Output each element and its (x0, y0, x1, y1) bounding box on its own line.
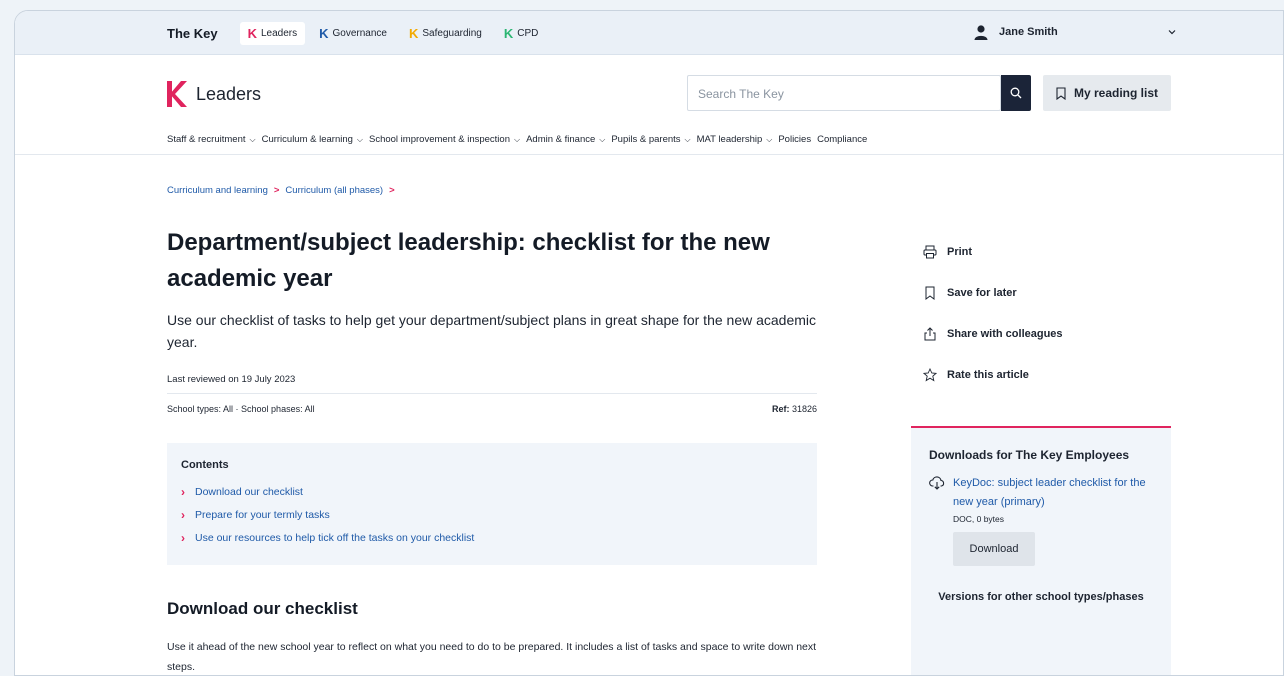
bookmark-icon (925, 286, 935, 300)
share-icon (924, 326, 936, 340)
download-button[interactable]: Download (953, 532, 1035, 566)
nav-policies[interactable]: Policies (778, 134, 811, 145)
divider (167, 393, 817, 394)
k-logo-icon: K (408, 25, 419, 41)
page-title: Department/subject leadership: checklist… (167, 229, 770, 292)
search-icon (1010, 87, 1022, 99)
chevron-right-icon: › (181, 508, 185, 522)
the-key-brand[interactable]: The Key (167, 26, 218, 41)
reading-list-button[interactable]: My reading list (1043, 75, 1171, 111)
breadcrumb: Curriculum and learning > Curriculum (al… (167, 185, 401, 196)
contents-link[interactable]: › Download our checklist (181, 485, 803, 499)
chevron-right-icon: › (181, 485, 185, 499)
product-tab-safeguarding[interactable]: K Safeguarding (401, 22, 490, 45)
download-link[interactable]: KeyDoc: subject leader checklist for the… (953, 474, 1153, 512)
chevron-down-icon: ⌵ (356, 134, 363, 144)
search-input[interactable]: Search The Key (687, 75, 1001, 111)
product-tab-governance[interactable]: K Governance (311, 22, 395, 45)
chevron-down-icon: ⌵ (249, 134, 256, 144)
article-actions: Print Save for later Share with colleagu… (923, 231, 1063, 395)
contents-link[interactable]: › Prepare for your termly tasks (181, 508, 803, 522)
article-meta: School types: All · School phases: All R… (167, 404, 817, 414)
contents-title: Contents (181, 459, 229, 471)
share-button[interactable]: Share with colleagues (923, 313, 1063, 354)
print-button[interactable]: Print (923, 231, 1063, 272)
downloads-title: Downloads for The Key Employees (929, 448, 1130, 462)
user-name: Jane Smith (999, 26, 1058, 38)
other-versions-link[interactable]: Versions for other school types/phases (929, 588, 1153, 606)
file-meta: DOC, 0 bytes (953, 514, 1005, 524)
k-logo-icon: K (503, 25, 514, 41)
browser-frame: The Key K Leaders K Governance K Safegua… (14, 10, 1284, 676)
section-text: Use it ahead of the new school year to r… (167, 641, 817, 673)
nav-compliance[interactable]: Compliance (817, 134, 867, 145)
rate-article-button[interactable]: Rate this article (923, 354, 1063, 395)
user-menu[interactable]: Jane Smith (973, 24, 1058, 40)
nav-admin-finance[interactable]: Admin & finance ⌵ (526, 134, 605, 145)
user-avatar-icon (974, 25, 988, 40)
product-tab-leaders[interactable]: K Leaders (239, 21, 306, 45)
k-logo-icon: K (319, 25, 329, 41)
main-navigation: Staff & recruitment ⌵ Curriculum & learni… (167, 134, 873, 145)
search-button[interactable] (1001, 75, 1031, 111)
star-icon (923, 367, 937, 381)
site-header: Leaders Search The Key My reading list S… (15, 55, 1283, 155)
contents-box: Contents › Download our checklist › Prepar… (167, 443, 817, 565)
breadcrumb-link[interactable]: Curriculum and learning (167, 185, 268, 196)
nav-mat-leadership[interactable]: MAT leadership ⌵ (697, 134, 773, 145)
save-for-later-button[interactable]: Save for later (923, 272, 1063, 313)
leaders-logo[interactable]: Leaders (167, 81, 261, 107)
k-logo-icon (167, 81, 187, 107)
nav-school-improvement[interactable]: School improvement & inspection ⌵ (369, 134, 520, 145)
product-switcher-bar: The Key K Leaders K Governance K Safegua… (15, 11, 1283, 55)
contents-link[interactable]: › Use our resources to help tick off the … (181, 531, 803, 545)
chevron-right-icon: > (389, 185, 395, 196)
chevron-down-icon: ⌵ (599, 134, 606, 144)
bookmark-icon (1056, 86, 1066, 100)
download-item: KeyDoc: subject leader checklist for the… (929, 474, 1153, 512)
section-heading: Download our checklist (167, 599, 358, 618)
chevron-right-icon: > (273, 185, 280, 196)
chevron-down-icon: ⌵ (766, 134, 773, 144)
product-tab-cpd[interactable]: K CPD (496, 22, 547, 45)
chevron-right-icon: › (181, 531, 185, 545)
k-logo-icon: K (247, 25, 257, 41)
downloads-panel: Downloads for The Key Employees KeyDoc: … (911, 426, 1171, 675)
printer-icon (923, 245, 937, 258)
nav-pupils-parents[interactable]: Pupils & parents ⌵ (611, 134, 690, 145)
school-types: School types: All · School phases: All (167, 404, 315, 414)
cloud-download-icon (929, 476, 945, 490)
breadcrumb-link[interactable]: Curriculum (all phases) (285, 185, 383, 196)
chevron-down-icon: ⌵ (684, 134, 691, 144)
last-reviewed: Last reviewed on 19 July 2023 (167, 374, 296, 385)
nav-staff-recruitment[interactable]: Staff & recruitment ⌵ (167, 134, 256, 145)
nav-curriculum-learning[interactable]: Curriculum & learning ⌵ (262, 134, 363, 145)
chevron-down-icon[interactable] (1167, 27, 1177, 37)
reference-number: Ref: 31826 (771, 404, 817, 414)
article-standfirst: Use our checklist of tasks to help get y… (167, 312, 817, 350)
chevron-down-icon: ⌵ (514, 134, 521, 144)
